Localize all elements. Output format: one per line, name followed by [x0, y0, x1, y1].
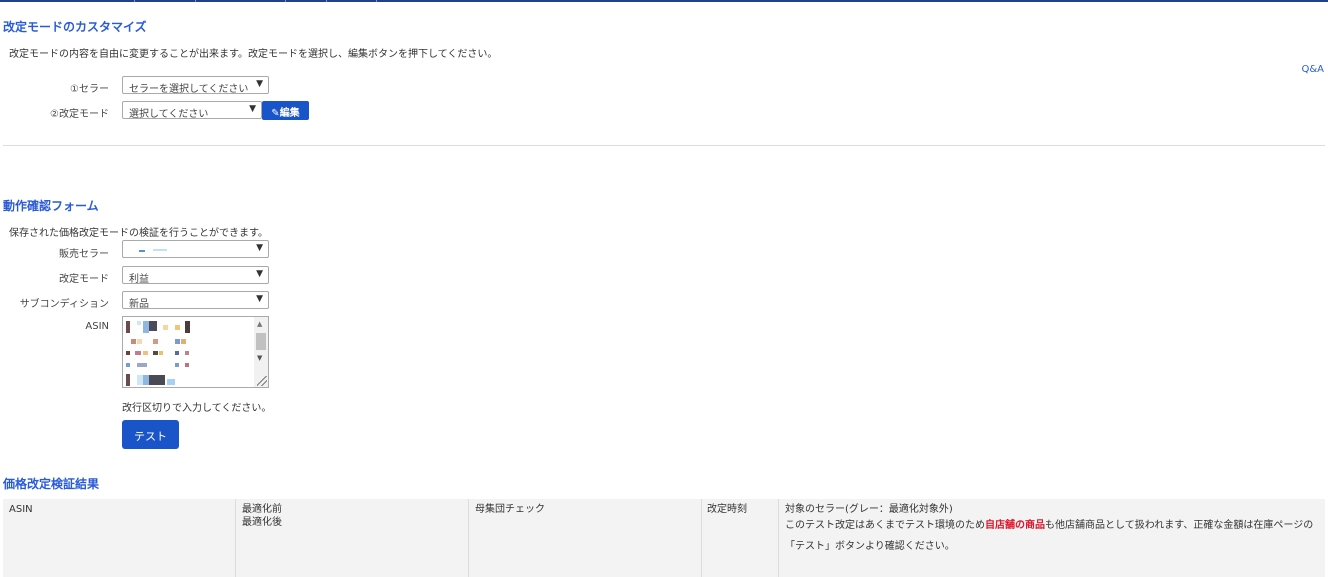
pencil-icon: ✎ — [271, 108, 280, 119]
chevron-down-icon: ▼ — [256, 243, 263, 253]
test-note-line2: 「テスト」ボタンより確認ください。 — [785, 541, 955, 552]
redacted-value — [153, 249, 167, 251]
results-title: 価格改定検証結果 — [3, 477, 100, 491]
chevron-down-icon: ▼ — [249, 104, 256, 114]
subcondition-label: サブコンディション — [19, 299, 109, 310]
col-separator — [701, 499, 702, 577]
mode-select[interactable]: 選択してください ▼ — [122, 101, 262, 119]
seller-select[interactable]: セラーを選択してください ▼ — [122, 76, 269, 94]
col-separator — [778, 499, 779, 577]
customize-description: 改定モードの内容を自由に変更することが出来ます。改定モードを選択し、編集ボタンを… — [9, 49, 498, 60]
customize-title: 改定モードのカスタマイズ — [3, 20, 147, 34]
col-separator — [468, 499, 469, 577]
scrollbar-thumb[interactable] — [256, 333, 266, 350]
test-button[interactable]: テスト — [122, 420, 179, 449]
seller-label: ①セラー — [70, 84, 109, 95]
redacted-value — [139, 250, 145, 252]
verify-mode-label: 改定モード — [59, 274, 109, 285]
asin-hint: 改行区切りで入力してください。 — [122, 403, 272, 414]
section-divider — [3, 145, 1325, 146]
subcondition-value: 新品 — [129, 299, 149, 309]
scroll-down-icon[interactable]: ▼ — [257, 354, 262, 362]
qa-link[interactable]: Q&A — [1301, 64, 1324, 75]
mode-label: ②改定モード — [50, 109, 109, 120]
col-time: 改定時刻 — [707, 504, 747, 515]
seller-select-value: セラーを選択してください — [129, 84, 249, 94]
edit-button[interactable]: ✎編集 — [262, 101, 309, 120]
results-table-header: ASIN 最適化前 最適化後 母集団チェック 改定時刻 対象のセラー(グレー：最… — [3, 499, 1325, 577]
verify-mode-select[interactable]: 利益 ▼ — [122, 266, 269, 284]
chevron-down-icon: ▼ — [256, 294, 263, 304]
col-target-seller: 対象のセラー(グレー：最適化対象外) — [785, 504, 953, 515]
chevron-down-icon: ▼ — [256, 79, 263, 89]
chevron-down-icon: ▼ — [256, 269, 263, 279]
test-note: このテスト改定はあくまでテスト環境のため自店舗の商品も他店舗商品として扱われます… — [785, 519, 1313, 532]
asin-textarea[interactable]: ▲ ▼ — [122, 316, 269, 388]
col-separator — [235, 499, 236, 577]
mode-select-value: 選択してください — [129, 109, 209, 119]
col-before: 最適化前 — [242, 504, 282, 515]
sales-seller-select[interactable]: ▼ — [122, 240, 269, 258]
resize-handle-icon[interactable] — [257, 376, 267, 386]
verify-form-description: 保存された価格改定モードの検証を行うことができます。 — [9, 228, 268, 239]
sales-seller-label: 販売セラー — [59, 249, 109, 260]
test-note-suffix: も他店舗商品として扱われます、正確な金額は在庫ページの — [1045, 520, 1314, 531]
subcondition-select[interactable]: 新品 ▼ — [122, 291, 269, 309]
test-note-highlight: 自店舗の商品 — [985, 520, 1045, 531]
verify-form-title: 動作確認フォーム — [3, 199, 99, 213]
test-note-prefix: このテスト改定はあくまでテスト環境のため — [785, 520, 985, 531]
col-after: 最適化後 — [242, 517, 282, 528]
col-asin: ASIN — [9, 504, 33, 515]
col-population: 母集団チェック — [475, 504, 545, 515]
top-nav-bar — [0, 0, 1328, 2]
edit-button-label: 編集 — [279, 108, 300, 119]
verify-mode-value: 利益 — [129, 274, 149, 284]
scroll-up-icon[interactable]: ▲ — [257, 320, 262, 328]
asin-label: ASIN — [85, 321, 109, 332]
